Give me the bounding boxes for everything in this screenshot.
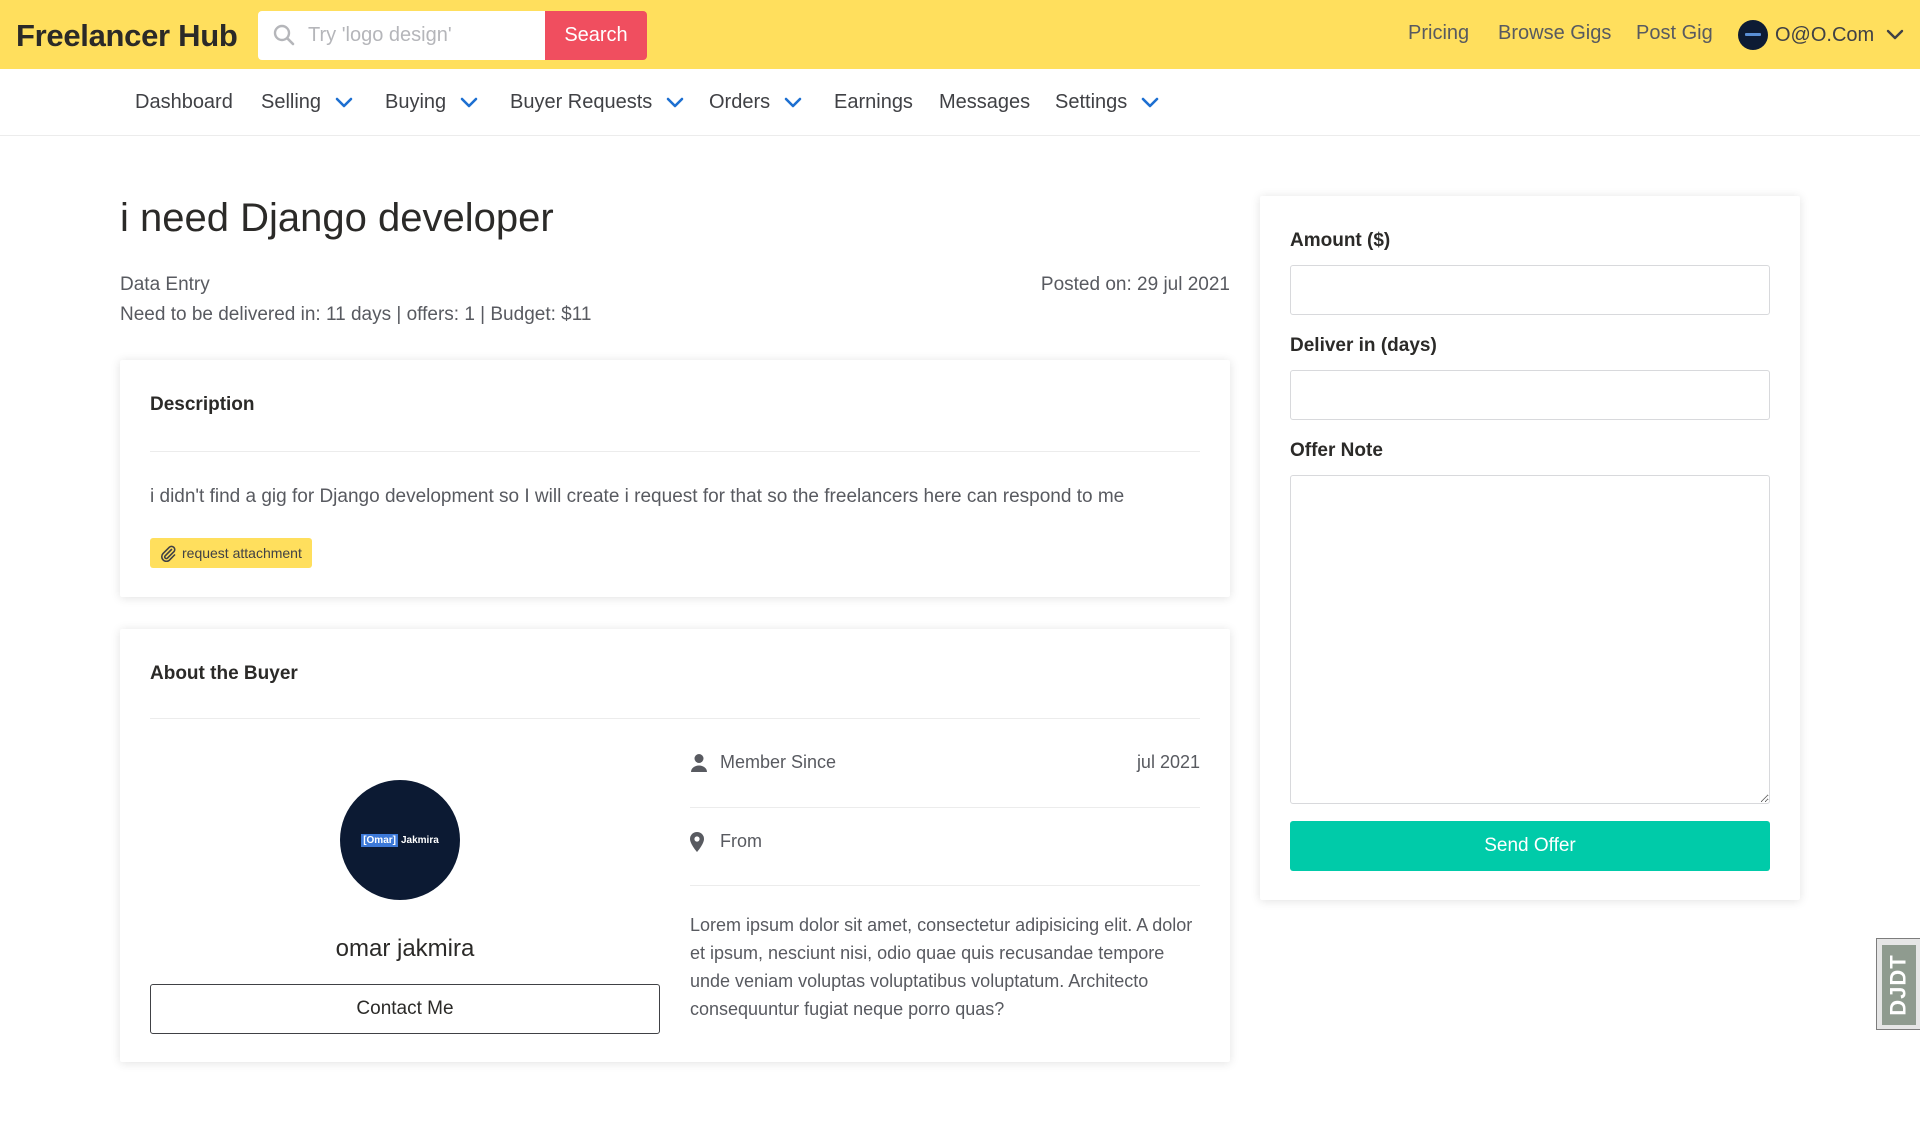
search-box — [258, 11, 545, 60]
buyer-bio: Lorem ipsum dolor sit amet, consectetur … — [690, 915, 1193, 1019]
description-text: i didn't find a gig for Django developme… — [150, 486, 1125, 507]
search-icon — [273, 24, 295, 46]
divider — [690, 885, 1200, 886]
nav-buying-label: Buying — [385, 91, 447, 113]
deliver-days-input[interactable] — [1290, 370, 1770, 420]
divider — [150, 718, 1200, 719]
attachment-label: request attachment — [182, 545, 302, 561]
request-posted-date: Posted on: 29 jul 2021 — [1040, 274, 1230, 295]
buyer-heading: About the Buyer — [150, 663, 298, 684]
description-card: Description i didn't find a gig for Djan… — [120, 360, 1230, 597]
nav-settings-label: Settings — [1055, 91, 1128, 113]
request-attachment-link[interactable]: request attachment — [150, 538, 312, 568]
map-pin-icon — [690, 831, 704, 852]
chevron-down-icon — [784, 97, 802, 107]
debug-toolbar-logo: DJDT — [1882, 945, 1916, 1025]
from-row: From — [690, 831, 1200, 852]
main-nav: Dashboard Selling Buying Buyer Requests … — [0, 69, 1920, 136]
debug-toolbar-handle[interactable]: DJDT — [1876, 938, 1920, 1030]
offer-note-textarea[interactable] — [1290, 475, 1770, 804]
chevron-down-icon — [666, 97, 684, 107]
paperclip-icon — [160, 545, 176, 562]
chevron-down-icon — [335, 97, 353, 107]
offer-form-card: Amount ($) Deliver in (days) Offer Note … — [1260, 196, 1800, 900]
nav-orders-label: Orders — [709, 91, 771, 113]
deliver-days-label: Deliver in (days) — [1290, 335, 1437, 356]
nav-buying[interactable]: Buying — [385, 91, 478, 114]
top-bar: Freelancer Hub Search Pricing Browse Gig… — [0, 0, 1920, 69]
nav-messages[interactable]: Messages — [939, 91, 1030, 114]
chevron-down-icon — [1141, 97, 1159, 107]
offer-note-label: Offer Note — [1290, 440, 1383, 461]
member-since-row: Member Since jul 2021 — [690, 752, 1200, 773]
nav-buyer-requests[interactable]: Buyer Requests — [510, 91, 684, 114]
nav-selling-label: Selling — [261, 91, 322, 113]
nav-messages-label: Messages — [939, 91, 1031, 113]
request-category: Data Entry — [120, 274, 210, 295]
send-offer-button[interactable]: Send Offer — [1290, 821, 1770, 871]
from-label: From — [720, 831, 762, 851]
nav-selling[interactable]: Selling — [261, 91, 353, 114]
chevron-down-icon — [460, 97, 478, 107]
amount-label: Amount ($) — [1290, 230, 1391, 251]
buyer-card: About the Buyer [Omar] Jakmira omar jakm… — [120, 629, 1230, 1062]
description-heading: Description — [150, 394, 255, 415]
account-email: O@O.Com — [1775, 23, 1875, 46]
contact-me-button[interactable]: Contact Me — [150, 984, 660, 1034]
nav-dashboard-label: Dashboard — [135, 91, 233, 113]
pricing-link[interactable]: Pricing — [1408, 22, 1469, 45]
request-delivery-info: Need to be delivered in: 11 days | offer… — [120, 304, 592, 325]
nav-dashboard[interactable]: Dashboard — [135, 91, 233, 114]
nav-orders[interactable]: Orders — [709, 91, 802, 114]
chevron-down-icon — [1887, 29, 1904, 40]
page-title: i need Django developer — [120, 196, 554, 240]
search-form: Search — [258, 11, 647, 60]
divider — [690, 807, 1200, 808]
member-since-label: Member Since — [720, 752, 837, 772]
buyer-avatar: [Omar] Jakmira — [340, 780, 460, 900]
account-menu[interactable]: O@O.Com — [1738, 19, 1904, 51]
search-button[interactable]: Search — [545, 11, 647, 60]
buyer-name: omar jakmira — [335, 935, 475, 962]
search-input[interactable] — [308, 11, 538, 60]
buyer-avatar-logo: [Omar] Jakmira — [361, 833, 439, 847]
nav-settings[interactable]: Settings — [1055, 91, 1159, 114]
divider — [150, 451, 1200, 452]
user-icon — [691, 753, 707, 772]
browse-gigs-link[interactable]: Browse Gigs — [1498, 22, 1611, 45]
brand-logo[interactable]: Freelancer Hub — [16, 18, 238, 54]
nav-earnings-label: Earnings — [834, 91, 913, 113]
account-avatar — [1738, 20, 1768, 50]
nav-earnings[interactable]: Earnings — [834, 91, 913, 114]
member-since-value: jul 2021 — [1136, 752, 1200, 772]
amount-input[interactable] — [1290, 265, 1770, 315]
nav-buyer-requests-label: Buyer Requests — [510, 91, 653, 113]
post-gig-link[interactable]: Post Gig — [1636, 22, 1713, 45]
